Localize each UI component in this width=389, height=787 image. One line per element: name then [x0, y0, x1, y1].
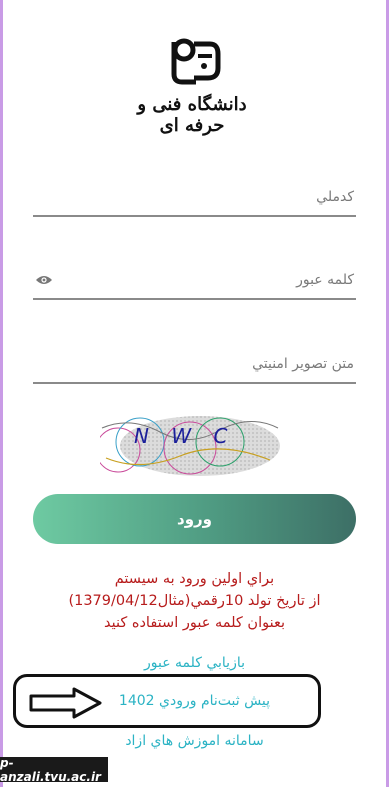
- captcha-text: N W C: [134, 424, 236, 448]
- notice-line-1: براي اولين ورود به سيستم: [114, 571, 275, 587]
- password-placeholder: كلمه عبور: [296, 272, 354, 288]
- university-name: دانشگاه فنی و حرفه ای: [137, 94, 247, 136]
- pre-registration-link[interactable]: پيش ثبت‌نام ورودي 1402: [0, 693, 389, 709]
- first-login-notice: براي اولين ورود به سيستم از تاريخ تولد 1…: [40, 568, 349, 634]
- notice-line-3: بعنوان كلمه عبور استفاده كنيد: [103, 615, 286, 631]
- site-watermark: p-anzali.tvu.ac.ir: [0, 756, 108, 784]
- captcha-input-field[interactable]: متن تصوير امنيتي: [33, 342, 356, 384]
- recover-password-link[interactable]: بازيابي كلمه عبور: [0, 655, 389, 671]
- national-code-field[interactable]: كدملي: [33, 175, 356, 217]
- university-logo: دانشگاه فنی و حرفه ای: [132, 34, 252, 136]
- notice-line-2: از تاريخ تولد 10رقمي(مثال1379/04/12): [68, 593, 321, 609]
- password-field[interactable]: كلمه عبور: [33, 258, 356, 300]
- eye-icon[interactable]: [35, 274, 53, 286]
- captcha-placeholder: متن تصوير امنيتي: [252, 356, 354, 372]
- login-button[interactable]: ورود: [33, 494, 356, 544]
- national-code-placeholder: كدملي: [316, 189, 354, 205]
- free-education-link[interactable]: سامانه اموزش هاي ازاد: [0, 733, 389, 749]
- captcha-image: N W C: [95, 412, 280, 476]
